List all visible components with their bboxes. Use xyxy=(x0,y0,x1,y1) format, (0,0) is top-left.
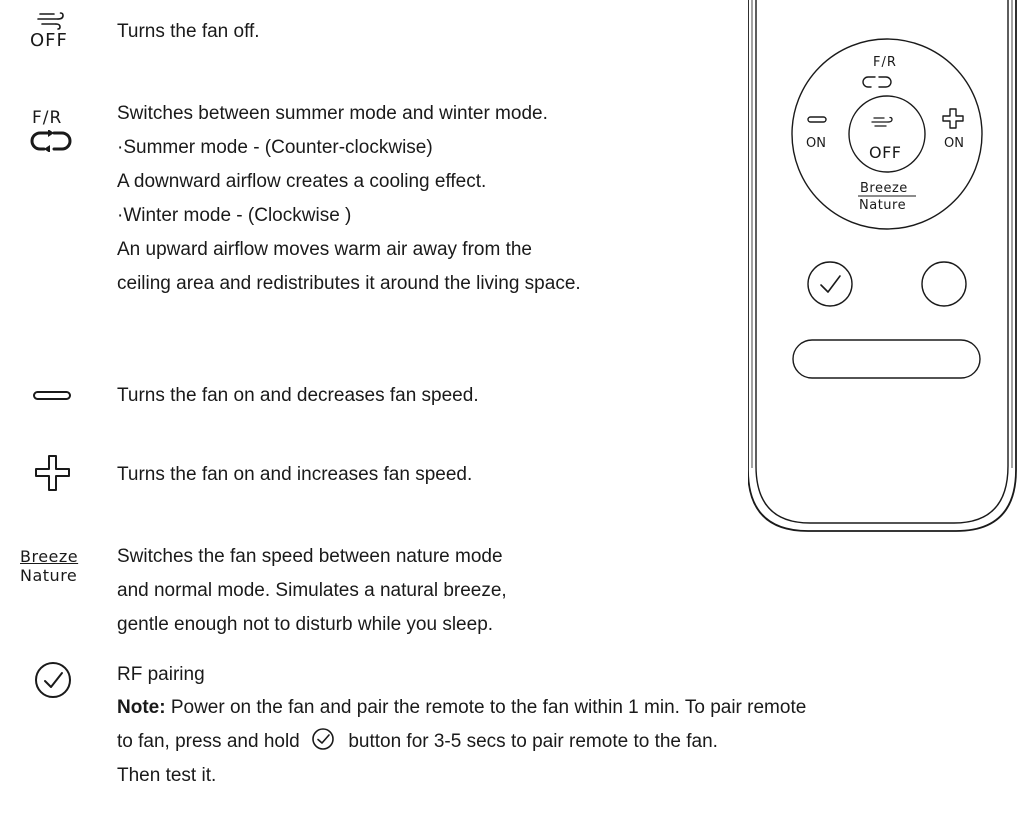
breeze-description-line-1: Switches the fan speed between nature mo… xyxy=(117,546,503,567)
note-line-2-start: to fan, press and hold xyxy=(117,731,300,752)
wind-off-icon: OFF xyxy=(28,10,84,60)
remote-pair-button[interactable] xyxy=(808,262,852,306)
rf-note-line-1: Note: Power on the fan and pair the remo… xyxy=(117,691,806,725)
fr-description-line-2: ·Summer mode - (Counter-clockwise) xyxy=(117,137,433,158)
fr-description-line-4: ·Winter mode - (Clockwise ) xyxy=(117,205,352,226)
fr-description-line-6: ceiling area and redistributes it around… xyxy=(117,273,581,294)
nature-icon-label: Nature xyxy=(20,566,78,585)
note-text: Power on the fan and pair the remote to … xyxy=(165,697,807,718)
off-description: Turns the fan off. xyxy=(117,21,260,42)
reverse-icon: F/R xyxy=(30,108,80,158)
fr-icon-label: F/R xyxy=(32,108,63,128)
fr-description-line-1: Switches between summer mode and winter … xyxy=(117,103,548,124)
breeze-description-line-3: gentle enough not to disturb while you s… xyxy=(117,614,494,635)
remote-blank-button[interactable] xyxy=(922,262,966,306)
note-label: Note: xyxy=(117,697,166,718)
remote-off-button[interactable] xyxy=(849,96,925,172)
remote-fr-button[interactable] xyxy=(863,52,911,92)
breeze-nature-icon: Breeze Nature xyxy=(20,547,100,591)
rf-pairing-title: RF pairing xyxy=(117,664,205,685)
breeze-icon-label: Breeze xyxy=(20,547,79,566)
plus-description: Turns the fan on and increases fan speed… xyxy=(117,464,473,485)
note-line-2-end: button for 3-5 secs to pair remote to th… xyxy=(348,731,718,752)
minus-icon xyxy=(32,389,74,403)
remote-breeze-button[interactable] xyxy=(854,180,920,218)
fr-description-line-5: An upward airflow moves warm air away fr… xyxy=(117,239,532,260)
inline-check-circle-icon xyxy=(311,727,337,750)
plus-icon xyxy=(32,453,74,495)
minus-description: Turns the fan on and decreases fan speed… xyxy=(117,385,479,406)
remote-long-button[interactable] xyxy=(793,340,980,378)
breeze-description-line-2: and normal mode. Simulates a natural bre… xyxy=(117,580,507,601)
off-icon-label: OFF xyxy=(30,30,68,51)
rf-note-line-3: Then test it. xyxy=(117,765,217,786)
remote-plus-button[interactable] xyxy=(936,100,972,152)
rf-note-line-2: to fan, press and hold button for 3-5 se… xyxy=(117,725,718,759)
check-circle-icon xyxy=(33,660,77,704)
remote-minus-button[interactable] xyxy=(800,105,836,153)
fr-description-line-3: A downward airflow creates a cooling eff… xyxy=(117,171,487,192)
remote-control: F/R ON ON OFF Breeze Nature xyxy=(748,0,1019,532)
